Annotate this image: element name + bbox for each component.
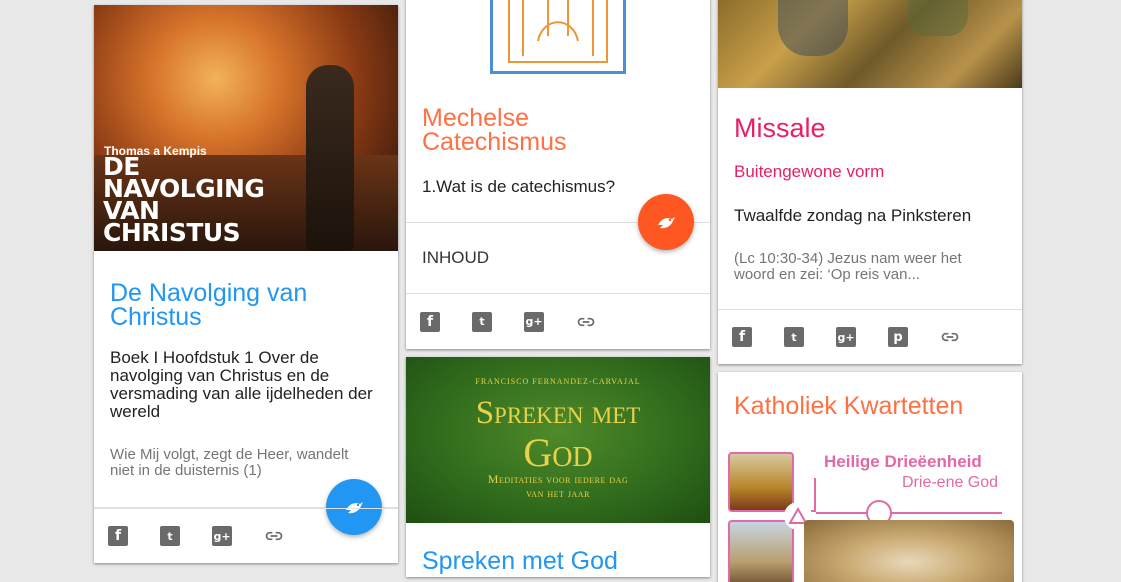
quartet-connector	[816, 512, 1002, 514]
card-title[interactable]: Missale	[734, 113, 826, 144]
quartet-thumb	[728, 520, 794, 582]
cover-title-line1: Spreken met	[475, 395, 641, 431]
card-title[interactable]: Mechelse Catechismus	[422, 106, 662, 155]
cover-author: Francisco Fernandez-Carvajal	[475, 377, 641, 386]
share-row: f t g+	[94, 508, 398, 563]
cover-tagline-line2: van het jaar	[526, 486, 590, 500]
book-cover-spreken[interactable]: Francisco Fernandez-Carvajal Spreken met…	[406, 357, 710, 523]
painting-stroke	[908, 0, 968, 36]
google-plus-icon[interactable]: g+	[836, 327, 856, 347]
card-subtitle[interactable]: Boek I Hoofdstuk 1 Over de navolging van…	[110, 349, 380, 421]
card-excerpt: Wie Mij volgt, zegt de Heer, wandelt nie…	[110, 446, 349, 479]
card-subtitle[interactable]: 1.Wat is de catechismus?	[422, 177, 692, 197]
cover-figure	[306, 65, 354, 251]
link-icon[interactable]	[264, 526, 284, 546]
missale-form: Buitengewone vorm	[734, 162, 885, 181]
quartet-main-image	[804, 520, 1014, 582]
dove-fab-button[interactable]	[638, 194, 694, 250]
missale-day[interactable]: Twaalfde zondag na Pinksteren	[734, 206, 971, 226]
link-icon[interactable]	[576, 312, 596, 332]
pinterest-icon[interactable]: p	[888, 327, 908, 347]
card-catechismus: Mechelse Catechismus 1.Wat is de catechi…	[406, 0, 710, 349]
share-row: f t g+	[406, 293, 710, 349]
card-excerpt: (Lc 10:30-34) Jezus nam weer het woord e…	[734, 250, 962, 283]
card-missale: Missale Buitengewone vorm Twaalfde zonda…	[718, 0, 1022, 364]
catechismus-image[interactable]	[490, 0, 626, 74]
quartet-card-title: Heilige Drieëenheid	[824, 452, 982, 471]
card-navolging: Thomas a Kempis DE NAVOLGING VAN CHRISTU…	[94, 5, 398, 563]
book-cover-navolging[interactable]: Thomas a Kempis DE NAVOLGING VAN CHRISTU…	[94, 5, 398, 251]
cover-title-line2: God	[523, 430, 593, 475]
quartet-thumb	[728, 452, 794, 512]
card-kwartetten: Katholiek Kwartetten Heilige Drieëenheid…	[718, 372, 1022, 582]
cover-tagline-line1: Meditaties voor iedere dag	[487, 472, 629, 486]
twitter-icon[interactable]: t	[784, 327, 804, 347]
link-icon[interactable]	[940, 327, 960, 347]
card-spreken: Francisco Fernandez-Carvajal Spreken met…	[406, 357, 710, 577]
twitter-icon[interactable]: t	[160, 526, 180, 546]
quartet-card-sub: Drie-ene God	[902, 474, 999, 491]
google-plus-icon[interactable]: g+	[212, 526, 232, 546]
card-title[interactable]: Spreken met God	[422, 549, 702, 574]
card-title[interactable]: Katholiek Kwartetten	[734, 394, 963, 419]
dove-icon	[658, 217, 675, 229]
cover-title-line: CHRISTUS	[103, 218, 241, 247]
google-plus-icon[interactable]: g+	[524, 311, 544, 332]
twitter-icon[interactable]: t	[472, 311, 492, 332]
painting-image[interactable]	[718, 0, 1022, 88]
painting-stroke	[778, 0, 848, 56]
quartet-card-image[interactable]: Heilige Drieëenheid Drie-ene God	[726, 448, 1014, 582]
share-row: f t g+ p	[718, 309, 1022, 364]
facebook-icon[interactable]: f	[420, 311, 440, 332]
facebook-icon[interactable]: f	[732, 327, 752, 347]
index-link[interactable]: INHOUD	[422, 248, 489, 268]
cover-title: DE NAVOLGING VAN CHRISTUS	[103, 154, 265, 247]
facebook-icon[interactable]: f	[108, 526, 128, 546]
card-title[interactable]: De Navolging van Christus	[110, 281, 350, 330]
